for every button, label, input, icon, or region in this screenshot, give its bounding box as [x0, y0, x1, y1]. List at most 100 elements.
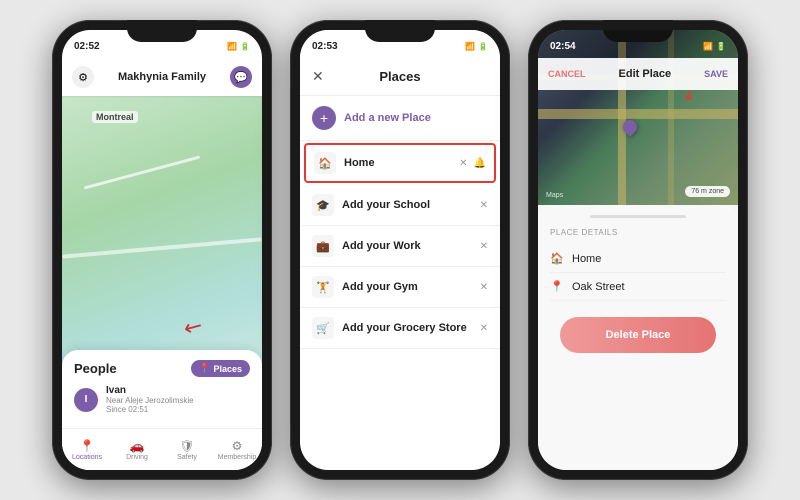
user-since: Since 02:51: [106, 405, 250, 414]
grocery-remove-icon[interactable]: ✕: [480, 323, 488, 334]
nav-membership[interactable]: ⚙ Membership: [212, 429, 262, 470]
notch-2: [365, 20, 435, 42]
edit-place-topbar: CANCEL Edit Place SAVE: [538, 58, 738, 90]
bottom-nav: 📍 Locations 🚗 Driving 🛡 Safety ⚙ Members…: [62, 428, 262, 470]
home-lock-icon[interactable]: 🔔: [474, 158, 486, 169]
school-remove-icon[interactable]: ✕: [480, 200, 488, 211]
cancel-button[interactable]: CANCEL: [548, 69, 586, 79]
battery-icon-2: 🔋: [478, 42, 488, 51]
bottom-panel: People 📍 Places I Ivan Near Aleje Jerozo…: [62, 350, 262, 470]
wifi-icon-3: 📶: [703, 42, 713, 51]
safety-nav-label: Safety: [177, 454, 197, 461]
bottom-panel-header: People 📍 Places: [62, 350, 262, 381]
gym-place-icon: 🏋: [312, 276, 334, 298]
membership-nav-icon: ⚙: [232, 439, 243, 453]
place-row-work[interactable]: 💼 Add your Work ✕: [300, 226, 500, 267]
notch-1: [127, 20, 197, 42]
gym-place-name: Add your Gym: [342, 281, 472, 293]
time-2: 02:53: [312, 41, 338, 52]
user-name: Ivan: [106, 385, 250, 396]
home-place-actions: ✕ 🔔: [459, 158, 486, 169]
membership-nav-label: Membership: [218, 454, 257, 461]
grocery-place-icon: 🛒: [312, 317, 334, 339]
user-info: Ivan Near Aleje Jerozolimskie Since 02:5…: [106, 385, 250, 414]
places-btn-label: Places: [213, 364, 242, 374]
nav-locations[interactable]: 📍 Locations: [62, 429, 112, 470]
home-place-name: Home: [344, 157, 451, 169]
place-row-gym[interactable]: 🏋 Add your Gym ✕: [300, 267, 500, 308]
location-arrow: ↙: [178, 311, 207, 343]
place-detail-name: Home: [572, 253, 601, 265]
phone-2: 02:53 📶 🔋 ✕ Places + Add a new Place 🏠 H…: [290, 20, 510, 480]
places-header: ✕ Places: [300, 58, 500, 96]
time-3: 02:54: [550, 41, 576, 52]
edit-place-title: Edit Place: [619, 68, 672, 80]
gym-remove-icon[interactable]: ✕: [480, 282, 488, 293]
driving-nav-label: Driving: [126, 454, 148, 461]
user-location: Near Aleje Jerozolimskie: [106, 396, 250, 405]
driving-nav-icon: 🚗: [130, 439, 145, 453]
battery-icon: 🔋: [240, 42, 250, 51]
delete-place-button[interactable]: Delete Place: [560, 317, 716, 353]
places-pin-icon: 📍: [199, 363, 210, 374]
pin-detail-icon: 📍: [550, 280, 564, 293]
places-title: Places: [379, 69, 420, 84]
school-place-actions: ✕: [480, 200, 488, 211]
locations-nav-icon: 📍: [80, 439, 95, 453]
status-icons-1: 📶 🔋: [227, 42, 250, 51]
wifi-icon: 📶: [227, 42, 237, 51]
add-place-label: Add a new Place: [344, 112, 431, 124]
home-place-icon: 🏠: [314, 152, 336, 174]
places-button[interactable]: 📍 Places: [191, 360, 250, 377]
place-detail-address: Oak Street: [572, 281, 625, 293]
school-place-icon: 🎓: [312, 194, 334, 216]
status-icons-2: 📶 🔋: [465, 42, 488, 51]
place-name-row: 🏠 Home: [550, 245, 726, 273]
work-place-name: Add your Work: [342, 240, 472, 252]
road-horizontal: [538, 109, 738, 119]
safety-nav-icon: 🛡: [179, 439, 194, 453]
locations-nav-label: Locations: [72, 454, 102, 461]
save-button[interactable]: SAVE: [704, 69, 728, 79]
people-label: People: [74, 361, 117, 376]
delete-place-label: Delete Place: [606, 329, 671, 341]
add-place-icon: +: [312, 106, 336, 130]
grocery-place-name: Add your Grocery Store: [342, 322, 472, 334]
places-list: 🏠 Home ✕ 🔔 🎓 Add your School ✕ 💼 Add you…: [300, 141, 500, 470]
grocery-place-actions: ✕: [480, 323, 488, 334]
maps-brand-label: Maps: [546, 192, 563, 199]
screen-3: 02:54 📶 🔋 CANCEL Edit Place SAVE ↙ Maps …: [538, 30, 738, 470]
work-place-actions: ✕: [480, 241, 488, 252]
chat-icon[interactable]: 💬: [230, 66, 252, 88]
close-icon[interactable]: ✕: [312, 68, 324, 85]
screen-2: 02:53 📶 🔋 ✕ Places + Add a new Place 🏠 H…: [300, 30, 500, 470]
nav-safety[interactable]: 🛡 Safety: [162, 429, 212, 470]
user-avatar: I: [74, 388, 98, 412]
work-remove-icon[interactable]: ✕: [480, 241, 488, 252]
place-detail-panel: Place details 🏠 Home 📍 Oak Street Delete…: [538, 205, 738, 470]
time-1: 02:52: [74, 41, 100, 52]
family-label: Makhynia Family: [118, 71, 206, 83]
battery-icon-3: 🔋: [716, 42, 726, 51]
school-place-name: Add your School: [342, 199, 472, 211]
gear-icon[interactable]: ⚙: [72, 66, 94, 88]
wifi-icon-2: 📶: [465, 42, 475, 51]
add-new-place-row[interactable]: + Add a new Place: [300, 96, 500, 141]
place-row-home[interactable]: 🏠 Home ✕ 🔔: [304, 143, 496, 183]
drag-handle: [590, 215, 686, 218]
user-list-item[interactable]: I Ivan Near Aleje Jerozolimskie Since 02…: [62, 381, 262, 418]
place-address-row: 📍 Oak Street: [550, 273, 726, 301]
screen-1: 02:52 📶 🔋 ⚙ Makhynia Family 💬 Montreal ↙…: [62, 30, 262, 470]
place-row-school[interactable]: 🎓 Add your School ✕: [300, 185, 500, 226]
place-details-heading: Place details: [550, 228, 726, 237]
statusbar-3: 02:54 📶 🔋: [538, 30, 738, 58]
phone-1: 02:52 📶 🔋 ⚙ Makhynia Family 💬 Montreal ↙…: [52, 20, 272, 480]
home-remove-icon[interactable]: ✕: [459, 158, 467, 169]
phone-3: 02:54 📶 🔋 CANCEL Edit Place SAVE ↙ Maps …: [528, 20, 748, 480]
home-detail-icon: 🏠: [550, 252, 564, 265]
map-city-label: Montreal: [92, 111, 138, 123]
distance-badge: 76 m zone: [685, 186, 730, 197]
place-row-grocery[interactable]: 🛒 Add your Grocery Store ✕: [300, 308, 500, 349]
status-icons-3: 📶 🔋: [703, 42, 726, 51]
nav-driving[interactable]: 🚗 Driving: [112, 429, 162, 470]
